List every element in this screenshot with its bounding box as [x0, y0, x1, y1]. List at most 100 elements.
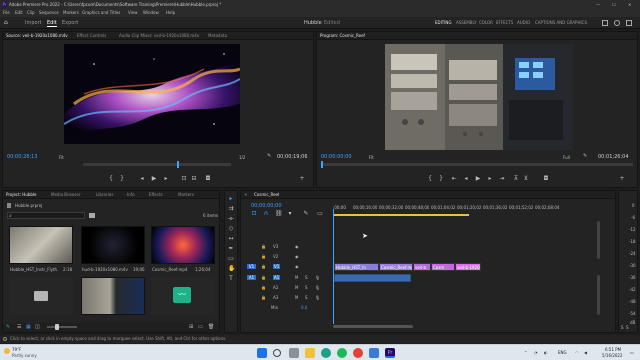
tray-chevron-icon[interactable]: ⌃ [524, 350, 527, 355]
menu-help[interactable]: Help [166, 10, 175, 15]
prog-mark-out-icon[interactable]: } [438, 176, 444, 182]
program-scrubber[interactable] [321, 161, 633, 168]
lock-icon[interactable]: 🔒 [261, 275, 266, 280]
project-thumb-hubble[interactable] [9, 226, 73, 264]
eye-icon[interactable]: ◉ [295, 264, 299, 269]
zoom-slider[interactable] [47, 324, 77, 330]
weather-icon[interactable] [4, 348, 10, 354]
speaker-icon[interactable]: ◀ [584, 350, 587, 355]
track-header-v3[interactable]: 🔒 V3 ◉ [245, 243, 331, 252]
weather-desc[interactable]: Partly sunny [12, 353, 37, 358]
prog-mark-in-icon[interactable]: { [427, 176, 433, 182]
mic-icon[interactable]: 🎙 [315, 295, 320, 300]
play-icon[interactable]: ▶ [151, 176, 157, 182]
tab-sequence[interactable]: Cosmic_Reef [254, 192, 279, 197]
trash-icon[interactable]: 🗑 [208, 324, 214, 330]
camera-icon[interactable]: ◘ [205, 176, 211, 182]
workspace-captions[interactable]: CAPTIONS AND GRAPHICS [535, 20, 587, 25]
lock-icon[interactable]: 🔒 [261, 285, 266, 290]
tab-libraries[interactable]: Libraries [96, 192, 113, 197]
chrome-icon[interactable] [353, 348, 363, 358]
prog-add-button-icon[interactable]: + [619, 176, 625, 182]
source-fit-select[interactable]: Fit [59, 155, 64, 160]
mark-out-icon[interactable]: } [119, 176, 125, 182]
track-header-v2[interactable]: 🔒 V2 ◉ [245, 253, 331, 262]
mute-button[interactable]: M [295, 275, 298, 280]
track-header-a1[interactable]: A1 🔒 A1 M S 🎙 [245, 274, 331, 283]
track-header-mix[interactable]: Mix 0.0 [245, 304, 331, 313]
workspace-effects[interactable]: EFFECTS [496, 20, 513, 25]
mark-in-icon[interactable]: { [108, 176, 114, 182]
workspace-editing[interactable]: EDITING [435, 20, 452, 25]
time-ruler[interactable]: :00;00 00;00;16;00 00;00;32;00 00;00;48;… [333, 205, 603, 217]
prog-play-icon[interactable]: ▶ [475, 176, 481, 182]
file-explorer-icon[interactable] [305, 348, 315, 358]
snap-icon[interactable]: ∩ [263, 211, 269, 217]
captions-icon[interactable]: ▭ [317, 211, 323, 217]
tray-network-icon[interactable]: ◔ [534, 350, 538, 355]
program-timecode[interactable]: 00;00;00;00 [321, 154, 352, 160]
fullscreen-icon[interactable] [626, 20, 632, 26]
mix-value[interactable]: 0.0 [301, 305, 307, 310]
share-icon[interactable] [602, 20, 608, 26]
clip-audio-a1[interactable] [334, 274, 411, 282]
icon-view-icon[interactable]: ▦ [26, 324, 31, 330]
eye-icon[interactable]: ◉ [295, 244, 299, 249]
menu-file[interactable]: File [3, 10, 10, 15]
menu-sequence[interactable]: Sequence [39, 10, 59, 15]
lift-icon[interactable]: ⊼ [513, 176, 519, 182]
list-view-icon[interactable]: ☰ [17, 324, 21, 330]
clip-video[interactable]: veil-b [413, 263, 431, 271]
program-fit-select[interactable]: Fit [369, 155, 374, 160]
prog-step-forward-icon[interactable]: ▸ [487, 176, 493, 182]
project-search-input[interactable]: ⌕ [7, 212, 85, 219]
clip-video[interactable]: veil-b-1920x [455, 263, 481, 271]
project-thumb-bin[interactable] [9, 277, 73, 315]
project-thumb-cosmic-reef[interactable] [151, 226, 215, 264]
notification-icon[interactable]: ▭ [630, 350, 634, 355]
source-video-frame[interactable] [64, 44, 240, 144]
maximize-button[interactable]: ☐ [612, 2, 616, 7]
program-wrench-icon[interactable]: ✎ [583, 154, 588, 159]
clip-video[interactable]: Cosmic_Reef.mp [379, 263, 413, 271]
clip-video[interactable]: Hubble_HST_In [334, 263, 379, 271]
insert-icon[interactable]: ⊡ [181, 176, 187, 182]
wrench-icon[interactable]: ✎ [267, 154, 272, 159]
meter-solo[interactable]: S [621, 325, 624, 330]
edge-icon[interactable] [321, 348, 331, 358]
tab-effect-controls[interactable]: Effect Controls [77, 33, 106, 38]
overwrite-icon[interactable]: ⊟ [191, 176, 197, 182]
work-area-bar[interactable] [333, 214, 469, 216]
wifi-icon[interactable]: ◠ [575, 350, 579, 355]
hand-tool-icon[interactable]: ✋ [228, 266, 235, 272]
eye-icon[interactable]: ◉ [295, 254, 299, 259]
help-icon[interactable] [614, 20, 620, 26]
track-header-v1[interactable]: V1 🔒 V1 ◉ [245, 263, 331, 272]
extract-icon[interactable]: ⊻ [523, 176, 529, 182]
tab-metadata[interactable]: Metadata [208, 33, 227, 38]
solo-button[interactable]: S [305, 275, 308, 280]
project-thumb-audio[interactable]: 〰 [151, 277, 215, 315]
close-button[interactable]: ✕ [628, 2, 631, 7]
lock-icon[interactable]: 🔒 [261, 244, 266, 249]
meter-solo[interactable]: S [626, 325, 629, 330]
insert-sequence-icon[interactable]: ⊡ [251, 211, 257, 217]
rectangle-tool-icon[interactable]: ▭ [228, 256, 234, 262]
prog-go-in-icon[interactable]: ⇤ [451, 176, 457, 182]
mic-icon[interactable]: 🎙 [315, 285, 320, 290]
solo-button[interactable]: S [305, 285, 308, 290]
premiere-taskbar-icon[interactable]: Pr [385, 348, 395, 358]
workspace-color[interactable]: COLOR [479, 20, 493, 25]
mute-button[interactable]: M [295, 295, 298, 300]
timeline-timecode[interactable]: 00;00;00;00 [251, 203, 282, 209]
source-timecode[interactable]: 00;00;28;13 [7, 154, 38, 160]
timeline-h-scrollbar[interactable] [333, 325, 413, 328]
explorer-folder-icon[interactable] [369, 348, 379, 358]
slip-tool-icon[interactable]: ↔ [228, 236, 234, 242]
ripple-edit-tool-icon[interactable]: ⟛ [228, 216, 234, 222]
pencil-icon[interactable]: ✎ [6, 324, 10, 330]
tab-effects[interactable]: Effects [149, 192, 163, 197]
spotify-icon[interactable] [337, 348, 347, 358]
audio-tracks-v-scrollbar[interactable] [597, 275, 600, 315]
menu-view[interactable]: View [128, 10, 138, 15]
